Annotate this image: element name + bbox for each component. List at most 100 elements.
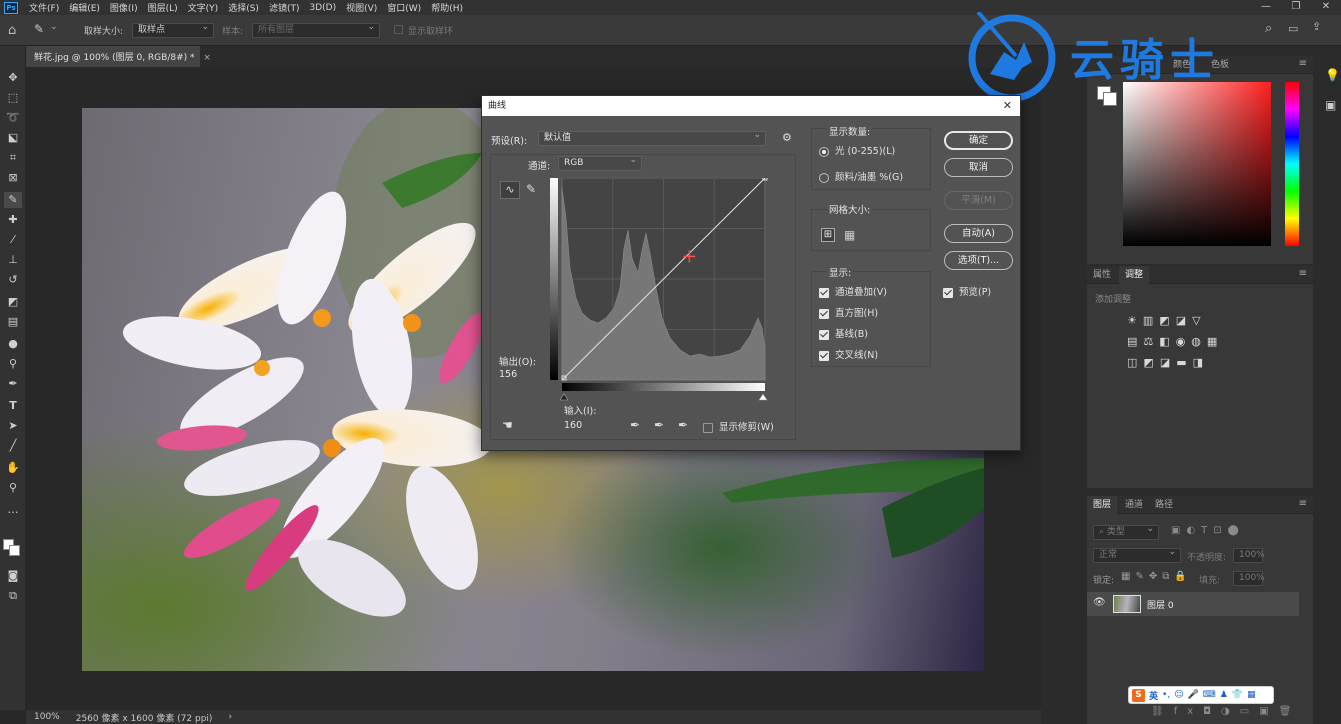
- channel-overlay-option[interactable]: 通道叠加(V): [819, 284, 887, 298]
- lasso-tool-icon[interactable]: ➰: [4, 110, 22, 126]
- libraries-icon[interactable]: ▣: [1325, 98, 1336, 112]
- eyedropper-tool-icon[interactable]: ✎: [34, 22, 44, 36]
- marquee-tool-icon[interactable]: ⬚: [4, 90, 22, 106]
- path-select-icon[interactable]: ➤: [4, 418, 22, 434]
- color-field[interactable]: [1123, 82, 1271, 246]
- checkbox[interactable]: [819, 308, 829, 319]
- detailed-grid-icon[interactable]: ▦: [844, 228, 855, 242]
- pigment-option[interactable]: 颜料/油墨 %(G): [819, 169, 903, 183]
- ime-emoji-icon[interactable]: ☺: [1174, 690, 1183, 700]
- more-tools-icon[interactable]: …: [4, 502, 22, 518]
- photo-filter-icon[interactable]: ◉: [1176, 335, 1192, 348]
- options-button[interactable]: 选项(T)...: [944, 251, 1013, 270]
- screen-mode-icon[interactable]: ⧉: [4, 588, 22, 604]
- menu-layer[interactable]: 图层(L): [143, 1, 183, 14]
- menu-edit[interactable]: 编辑(E): [64, 1, 105, 14]
- tab-properties[interactable]: 属性: [1087, 266, 1117, 284]
- levels-icon[interactable]: ▥: [1143, 314, 1159, 327]
- clone-stamp-icon[interactable]: ⊥: [4, 252, 22, 268]
- line-tool-icon[interactable]: ╱: [4, 438, 22, 454]
- hand-tool-icon[interactable]: ✋: [4, 460, 22, 476]
- background-color-swatch[interactable]: [9, 545, 20, 556]
- zoom-level[interactable]: 100%: [26, 712, 68, 722]
- menu-window[interactable]: 窗口(W): [382, 1, 426, 14]
- sample-size-select[interactable]: 取样点: [132, 21, 214, 38]
- layer-filter-icons[interactable]: ▣◐T⊡⬤: [1171, 525, 1245, 536]
- eraser-tool-icon[interactable]: ◩: [4, 294, 22, 310]
- checkbox[interactable]: [819, 350, 829, 361]
- restore-icon[interactable]: ❐: [1281, 0, 1311, 15]
- menu-select[interactable]: 选择(S): [223, 1, 264, 14]
- menu-3d[interactable]: 3D(D): [304, 3, 341, 13]
- tab-adjustments[interactable]: 调整: [1119, 266, 1150, 284]
- share-icon[interactable]: ⇪: [1312, 20, 1321, 33]
- ime-menu-icon[interactable]: ▦: [1247, 690, 1256, 700]
- output-value[interactable]: 156: [499, 369, 517, 380]
- tab-paths[interactable]: 路径: [1149, 496, 1179, 514]
- healing-brush-icon[interactable]: ✚: [4, 212, 22, 228]
- tab-channels[interactable]: 通道: [1119, 496, 1149, 514]
- pencil-tool-icon[interactable]: ✎: [526, 182, 536, 196]
- lock-icons[interactable]: ▦✎✥⧉🔒: [1121, 571, 1192, 582]
- gray-eyedropper-icon[interactable]: ✒: [654, 418, 664, 432]
- posterize-icon[interactable]: ◩: [1143, 356, 1159, 369]
- sample-select[interactable]: 所有图层: [252, 21, 380, 38]
- fill-field[interactable]: 100%: [1233, 571, 1265, 586]
- dialog-close-icon[interactable]: ✕: [1003, 99, 1012, 112]
- zoom-tool-icon[interactable]: ⚲: [4, 480, 22, 496]
- menu-help[interactable]: 帮助(H): [426, 1, 468, 14]
- white-eyedropper-icon[interactable]: ✒: [678, 418, 688, 432]
- channel-mixer-icon[interactable]: ◍: [1191, 335, 1207, 348]
- pigment-radio[interactable]: [819, 172, 829, 183]
- move-tool-icon[interactable]: ✥: [4, 70, 22, 86]
- learn-icon[interactable]: 💡: [1325, 68, 1340, 82]
- light-option[interactable]: 光 (0-255)(L): [819, 143, 895, 157]
- panel-menu-icon[interactable]: ≡: [1299, 268, 1307, 279]
- eyedropper-tool-icon[interactable]: ✎: [4, 192, 22, 208]
- quick-mask-icon[interactable]: ◙: [4, 568, 22, 584]
- close-window-icon[interactable]: ✕: [1311, 0, 1341, 15]
- vibrance-icon[interactable]: ▽: [1192, 314, 1206, 327]
- crop-tool-icon[interactable]: ⌗: [4, 150, 22, 166]
- dialog-title[interactable]: 曲线: [482, 96, 1020, 116]
- blur-tool-icon[interactable]: ●: [4, 336, 22, 352]
- smooth-button[interactable]: 平滑(M): [944, 191, 1013, 210]
- layer-name[interactable]: 图层 0: [1147, 598, 1174, 611]
- frame-tool-icon[interactable]: ⊠: [4, 170, 22, 186]
- show-ring-checkbox[interactable]: [394, 25, 403, 34]
- menu-file[interactable]: 文件(F): [24, 1, 64, 14]
- bw-icon[interactable]: ◧: [1159, 335, 1175, 348]
- ime-voice-icon[interactable]: 🎤: [1188, 690, 1199, 700]
- blend-mode-select[interactable]: 正常: [1093, 546, 1181, 563]
- curve-graph[interactable]: [550, 178, 770, 402]
- dodge-tool-icon[interactable]: ⚲: [4, 356, 22, 372]
- ime-skin-icon[interactable]: 👕: [1232, 690, 1243, 700]
- layer-footer-icons[interactable]: ⛓fx◘◑▭▣🗑: [1151, 706, 1301, 717]
- layer-row[interactable]: 👁 图层 0: [1087, 592, 1299, 616]
- pen-tool-icon[interactable]: ✒: [4, 376, 22, 392]
- gradient-tool-icon[interactable]: ▤: [4, 314, 22, 330]
- ime-user-icon[interactable]: ♟: [1220, 690, 1228, 700]
- brightness-icon[interactable]: ☀: [1127, 314, 1143, 327]
- exposure-icon[interactable]: ◪: [1176, 314, 1192, 327]
- visibility-eye-icon[interactable]: 👁: [1093, 597, 1106, 608]
- tab-layers[interactable]: 图层: [1087, 496, 1118, 514]
- hue-slider[interactable]: [1285, 82, 1299, 246]
- ime-mode[interactable]: 英: [1149, 689, 1158, 702]
- black-eyedropper-icon[interactable]: ✒: [630, 418, 640, 432]
- history-brush-icon[interactable]: ↺: [4, 272, 22, 288]
- color-balance-icon[interactable]: ⚖: [1143, 335, 1159, 348]
- baseline-option[interactable]: 基线(B): [819, 326, 868, 340]
- ime-keyboard-icon[interactable]: ⌨: [1203, 690, 1216, 700]
- quick-select-tool-icon[interactable]: ⬕: [4, 130, 22, 146]
- document-tab[interactable]: 鲜花.jpg @ 100% (图层 0, RGB/8#) * ×: [26, 46, 211, 67]
- opacity-field[interactable]: 100%: [1233, 548, 1265, 563]
- checkbox[interactable]: [819, 329, 829, 340]
- preview-option[interactable]: 预览(P): [943, 284, 991, 298]
- on-image-adjust-icon[interactable]: ☚: [502, 418, 513, 432]
- simple-grid-icon[interactable]: ⊞: [821, 228, 835, 242]
- menu-type[interactable]: 文字(Y): [183, 1, 224, 14]
- chevron-down-icon[interactable]: ⌄: [50, 22, 58, 32]
- menu-view[interactable]: 视图(V): [341, 1, 382, 14]
- ok-button[interactable]: 确定: [944, 131, 1013, 150]
